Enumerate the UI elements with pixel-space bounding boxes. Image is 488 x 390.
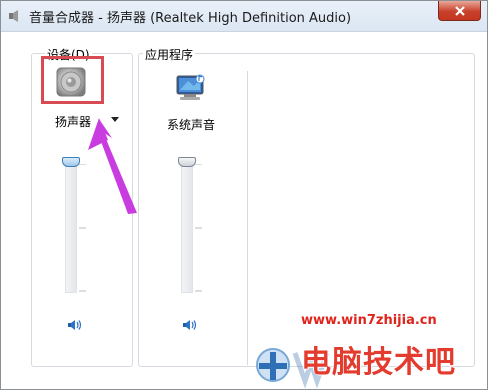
system-sounds-icon[interactable]: [174, 73, 208, 105]
volume-icon: [68, 320, 82, 330]
app-slider-ticks: [195, 164, 202, 292]
applications-group-label: 应用程序: [143, 46, 196, 63]
device-mute-button[interactable]: [67, 318, 83, 332]
applications-divider: [247, 71, 248, 365]
device-name-label: 扬声器: [55, 115, 92, 129]
window-title: 音量合成器 - 扬声器 (Realtek High Definition Aud…: [29, 11, 352, 26]
volume-icon: [183, 320, 197, 330]
app-volume-slider[interactable]: [181, 163, 193, 293]
device-volume-slider[interactable]: [65, 163, 77, 293]
speaker-app-icon: [9, 10, 18, 22]
app-volume-thumb[interactable]: [178, 157, 196, 167]
speaker-highlight-box: [41, 56, 104, 104]
device-slider-ticks: [79, 164, 86, 292]
watermark-url: www.win7zhijia.cn: [301, 313, 437, 328]
chevron-down-icon[interactable]: [110, 117, 120, 123]
title-bar: 音量合成器 - 扬声器 (Realtek High Definition Aud…: [1, 1, 487, 32]
app-name-label: 系统声音: [167, 118, 216, 132]
watermark-text: 电脑技术吧: [301, 345, 456, 380]
app-mute-button[interactable]: [182, 318, 198, 332]
device-volume-thumb[interactable]: [62, 157, 80, 167]
volume-mixer-window: 音量合成器 - 扬声器 (Realtek High Definition Aud…: [0, 0, 488, 390]
close-icon: [454, 5, 465, 16]
close-button[interactable]: [438, 1, 481, 21]
